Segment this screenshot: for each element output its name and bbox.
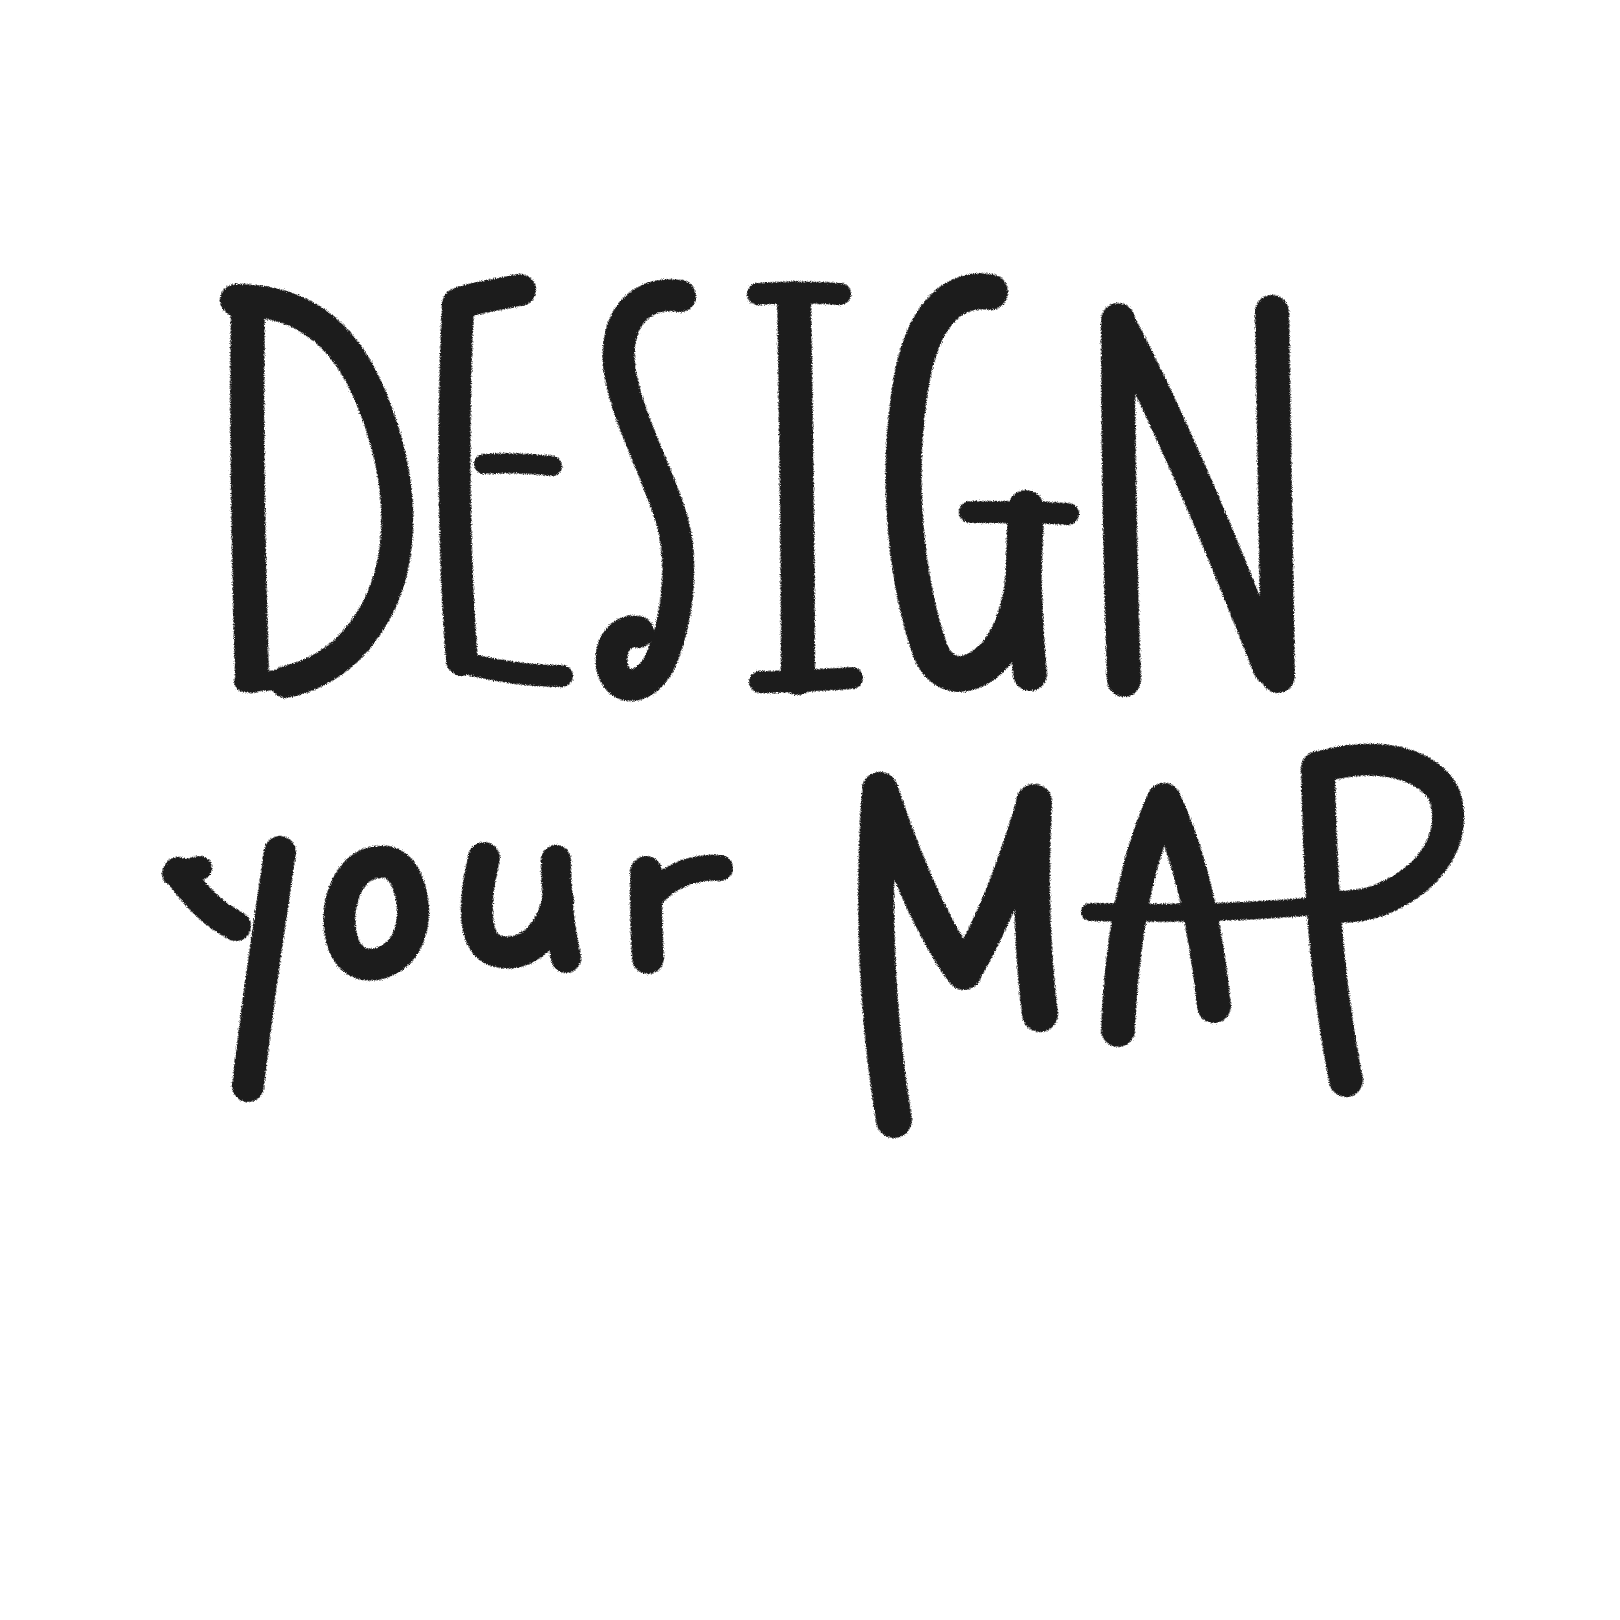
letter-m bbox=[858, 772, 1058, 1138]
letter-n bbox=[1101, 295, 1295, 697]
letter-u bbox=[460, 842, 581, 973]
letter-a bbox=[1081, 783, 1325, 1047]
lettering-artboard: DESIGN your MAP bbox=[0, 0, 1620, 1620]
letter-o bbox=[323, 845, 429, 981]
letter-p bbox=[1301, 743, 1465, 1097]
letter-r bbox=[630, 854, 733, 974]
letter-e bbox=[438, 274, 573, 687]
hand-lettering bbox=[162, 273, 1465, 1138]
letter-g bbox=[885, 273, 1079, 692]
letter-i bbox=[747, 281, 863, 695]
letter-y bbox=[162, 836, 296, 1102]
letter-s bbox=[595, 279, 696, 701]
letter-d bbox=[220, 284, 414, 698]
